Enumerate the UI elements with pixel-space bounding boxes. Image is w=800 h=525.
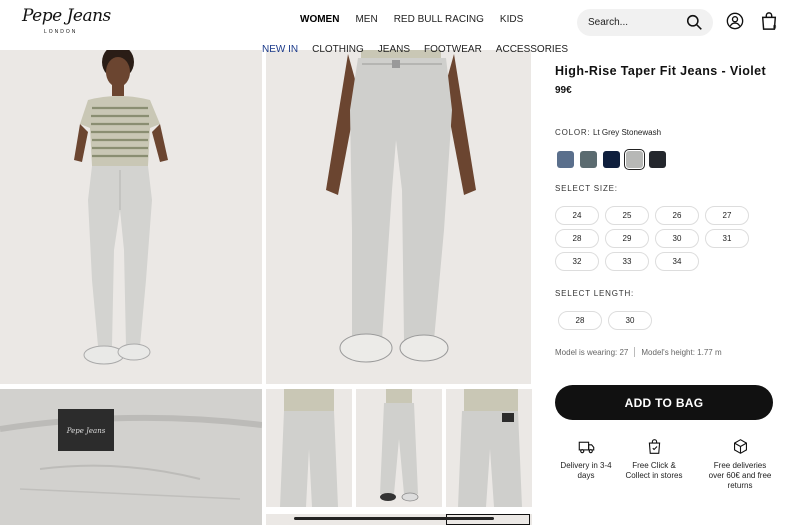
swatch-slate[interactable] [580,151,597,168]
size-option[interactable]: 30 [655,229,699,248]
model-height: Model's height: 1.77 m [641,347,722,357]
perk-delivery: Delivery in 3-4 days [554,438,618,481]
site-header: Pepe Jeans LONDON WOMEN MEN RED BULL RAC… [0,0,800,44]
size-options: 24 25 26 27 28 29 30 31 32 33 34 [555,206,749,271]
perk-free-delivery-text: Free deliveries over 60€ and free return… [708,461,772,490]
product-title: High-Rise Taper Fit Jeans - Violet [555,64,767,78]
brand-logo[interactable]: Pepe Jeans LONDON [22,6,111,36]
model-wearing: Model is wearing: 27 [555,347,629,357]
divider [634,347,636,357]
size-option[interactable]: 25 [605,206,649,225]
size-option[interactable]: 34 [655,252,699,271]
color-swatches [557,149,666,170]
search-icon[interactable] [686,14,703,31]
subnav-new-in[interactable]: NEW IN [262,44,298,55]
size-option[interactable]: 26 [655,206,699,225]
nav-men[interactable]: MEN [355,14,377,25]
size-option[interactable]: 33 [605,252,649,271]
thumbnail-3[interactable] [446,389,532,507]
search-box[interactable]: Search... [577,9,713,36]
color-name: Lt Grey Stonewash [593,128,662,137]
user-icon[interactable] [726,12,744,30]
add-to-bag-button[interactable]: ADD TO BAG [555,385,773,420]
perk-delivery-text: Delivery in 3-4 days [560,461,612,480]
size-label: SELECT SIZE: [555,184,618,193]
perk-click-collect-text: Free Click & Collect in stores [625,461,683,480]
length-option[interactable]: 28 [558,311,602,330]
bag-count: 0 [773,25,777,31]
length-option[interactable]: 30 [608,311,652,330]
search-input[interactable]: Search... [588,17,628,28]
length-label: SELECT LENGTH: [555,289,635,298]
subnav-footwear[interactable]: FOOTWEAR [424,44,482,55]
logo-subtext: LONDON [44,29,78,35]
size-option[interactable]: 29 [605,229,649,248]
length-options: 28 30 [558,311,652,330]
subnav-accessories[interactable]: ACCESSORIES [496,44,568,55]
model-info: Model is wearing: 27 Model's height: 1.7… [555,347,722,357]
nav-kids[interactable]: KIDS [500,14,523,25]
size-option[interactable]: 24 [555,206,599,225]
truck-icon [578,441,594,454]
size-option[interactable]: 32 [555,252,599,271]
color-label: COLOR: [555,128,591,137]
perk-click-collect: Free Click & Collect in stores [622,438,686,481]
size-option[interactable]: 28 [555,229,599,248]
gallery-scrollbar[interactable] [294,517,494,520]
patch-brand-text: Pepe Jeans [66,427,106,435]
product-image-closeup[interactable] [266,50,531,384]
main-nav: WOMEN MEN RED BULL RACING KIDS [300,14,523,25]
perk-free-delivery: Free deliveries over 60€ and free return… [708,438,772,491]
thumbnail-2[interactable] [356,389,442,507]
product-price: 99€ [555,85,572,96]
size-option[interactable]: 31 [705,229,749,248]
nav-women[interactable]: WOMEN [300,14,339,25]
subnav-clothing[interactable]: CLOTHING [312,44,364,55]
product-image-front[interactable] [0,50,262,384]
swatch-navy[interactable] [603,151,620,168]
thumbnail-1[interactable] [266,389,352,507]
size-option[interactable]: 27 [705,206,749,225]
nav-red-bull-racing[interactable]: RED BULL RACING [394,14,484,25]
swatch-blue-grey[interactable] [557,151,574,168]
subnav-jeans[interactable]: JEANS [378,44,410,55]
product-image-back-detail[interactable]: Pepe Jeans [0,389,262,525]
store-bag-icon [648,439,660,454]
thumbnail-row-2 [266,514,532,525]
sub-nav: NEW IN CLOTHING JEANS FOOTWEAR ACCESSORI… [262,44,568,55]
swatch-light-grey[interactable] [624,149,645,170]
swatch-black[interactable] [649,151,666,168]
box-icon [733,439,747,454]
logo-text: Pepe Jeans [22,6,111,26]
